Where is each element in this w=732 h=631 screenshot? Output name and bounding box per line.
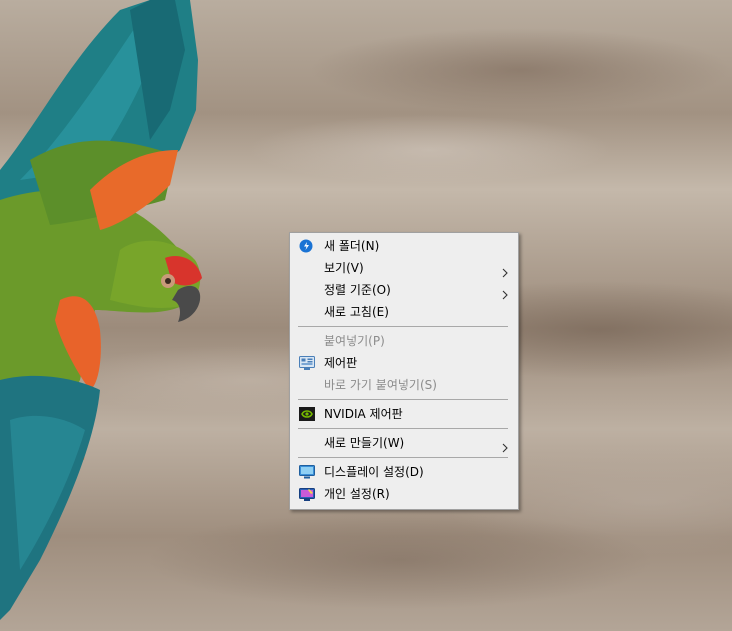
menu-item-label: 새로 고침(E): [324, 305, 389, 319]
menu-item-display-settings[interactable]: 디스플레이 설정(D): [290, 461, 518, 483]
display-icon: [299, 465, 315, 479]
menu-item-paste-shortcut: 바로 가기 붙여넣기(S): [290, 374, 518, 396]
personalize-icon: [299, 487, 315, 501]
menu-separator: [298, 457, 508, 458]
menu-item-refresh[interactable]: 새로 고침(E): [290, 301, 518, 323]
chevron-right-icon: [502, 285, 508, 300]
nvidia-icon: [299, 407, 315, 421]
menu-item-personalize[interactable]: 개인 설정(R): [290, 483, 518, 505]
parrot-wallpaper-image: [0, 0, 202, 620]
menu-item-label: 새로 만들기(W): [324, 436, 405, 450]
chevron-right-icon: [502, 438, 508, 453]
menu-item-control-panel[interactable]: 제어판: [290, 352, 518, 374]
menu-item-label: 바로 가기 붙여넣기(S): [324, 378, 437, 392]
desktop-context-menu: 새 폴더(N) 보기(V) 정렬 기준(O) 새로 고침(E) 붙여넣기(P): [289, 232, 519, 510]
menu-separator: [298, 399, 508, 400]
new-folder-icon: [299, 239, 315, 253]
menu-item-view[interactable]: 보기(V): [290, 257, 518, 279]
menu-item-sort-by[interactable]: 정렬 기준(O): [290, 279, 518, 301]
menu-item-label: NVIDIA 제어판: [324, 407, 403, 421]
menu-item-label: 새 폴더(N): [324, 239, 380, 253]
menu-item-label: 디스플레이 설정(D): [324, 465, 424, 479]
menu-item-new-folder[interactable]: 새 폴더(N): [290, 235, 518, 257]
menu-separator: [298, 326, 508, 327]
menu-item-label: 붙여넣기(P): [324, 334, 385, 348]
menu-item-label: 정렬 기준(O): [324, 283, 391, 297]
menu-item-nvidia-control-panel[interactable]: NVIDIA 제어판: [290, 403, 518, 425]
menu-item-new[interactable]: 새로 만들기(W): [290, 432, 518, 454]
menu-item-label: 보기(V): [324, 261, 364, 275]
menu-item-paste: 붙여넣기(P): [290, 330, 518, 352]
menu-item-label: 제어판: [324, 356, 358, 370]
chevron-right-icon: [502, 263, 508, 278]
menu-separator: [298, 428, 508, 429]
control-panel-icon: [299, 356, 315, 370]
menu-item-label: 개인 설정(R): [324, 487, 390, 501]
